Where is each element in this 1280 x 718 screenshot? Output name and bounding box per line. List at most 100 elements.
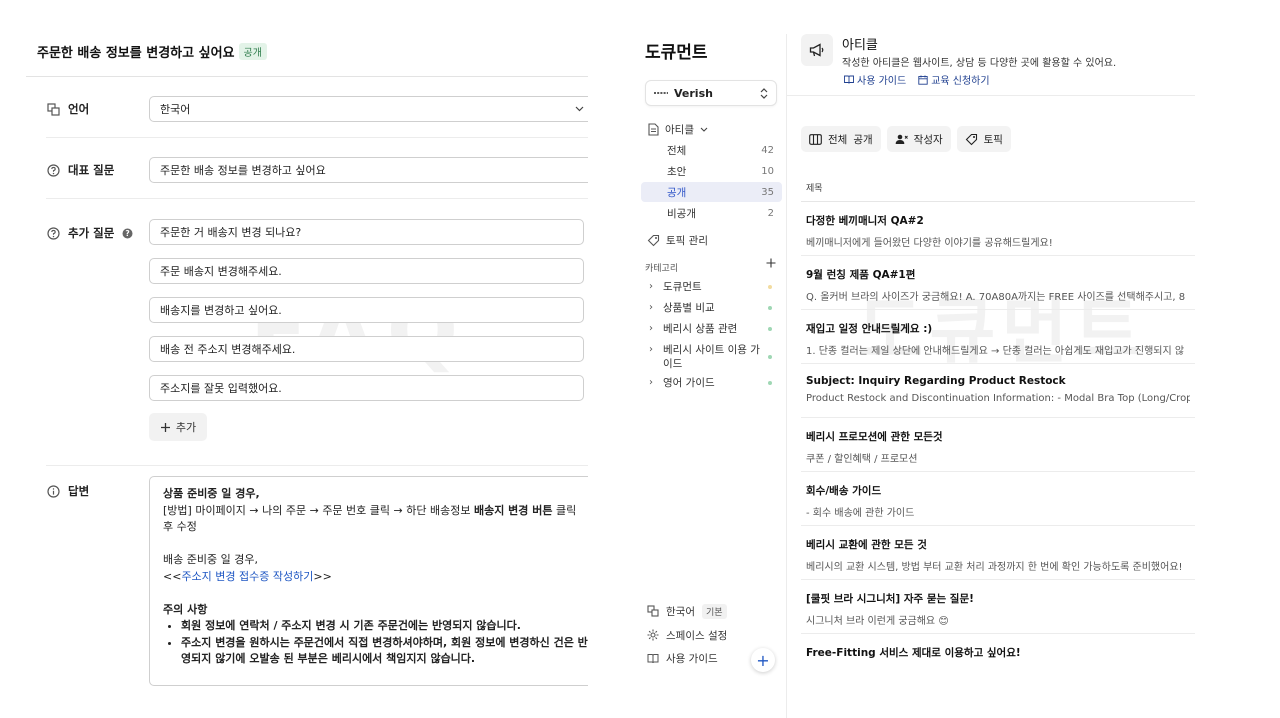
table-row[interactable]: Subject: Inquiry Regarding Product Resto… [801, 364, 1195, 418]
sidebar: 도큐먼트 Verish 아티클 전체 42 초안 10 공개 35 비공개 2 [641, 34, 787, 718]
sidebar-item-label: 비공개 [667, 206, 696, 221]
table-row[interactable]: 베리시 프로모션에 관한 모든것 쿠폰 / 할인혜택 / 프로모션 [801, 418, 1195, 472]
chevron-right-icon: › [649, 322, 663, 336]
language-select[interactable]: 한국어 [149, 96, 588, 122]
chevron-right-icon: › [649, 280, 663, 294]
faq-title: 주문한 배송 정보를 변경하고 싶어요공개 [37, 42, 267, 61]
usage-guide-link-label: 사용 가이드 [857, 72, 906, 87]
usage-guide-label: 사용 가이드 [666, 651, 718, 666]
chevron-down-icon [700, 127, 708, 132]
article-title: [쿨핏 브라 시그니처] 자주 묻는 질문! [806, 591, 1190, 606]
table-row[interactable]: 9월 런칭 제품 QA#1편 Q. 올커버 브라의 사이즈가 궁금해요! A. … [801, 256, 1195, 310]
sidebar-item-all[interactable]: 전체 42 [641, 140, 782, 160]
education-link-label: 교육 신청하기 [931, 72, 989, 87]
status-dot [768, 355, 772, 359]
answer-text: [방법] 마이페이지 → 나의 주문 → 주문 번호 클릭 → 하단 배송정보 [163, 504, 474, 517]
table-row[interactable]: Free-Fitting 서비스 제대로 이용하고 싶어요! [801, 634, 1195, 688]
table-row[interactable]: [쿨핏 브라 시그니처] 자주 묻는 질문! 시그니처 브라 이런게 궁금해요 … [801, 580, 1195, 634]
status-dot [768, 306, 772, 310]
usage-guide-link[interactable]: 사용 가이드 [844, 72, 906, 87]
chevron-down-icon [575, 106, 584, 112]
sidebar-title: 도큐먼트 [645, 38, 708, 63]
category-item[interactable]: › 도큐먼트 [649, 280, 782, 294]
language-setting[interactable]: 한국어 기본 [647, 602, 727, 620]
sidebar-item-count: 42 [761, 145, 774, 156]
sidebar-item-private[interactable]: 비공개 2 [641, 203, 782, 223]
sidebar-item-topic-manage[interactable]: 토픽 관리 [641, 230, 782, 250]
help-icon[interactable]: ? [122, 228, 133, 239]
notice-item: 회원 정보에 연락처 / 주소지 변경 시 기존 주문건에는 반영되지 않습니다… [181, 618, 588, 635]
category-section-label: 카테고리 [645, 261, 678, 274]
add-category-icon[interactable] [766, 258, 776, 268]
article-title: 회수/배송 가이드 [806, 483, 1190, 498]
category-label: 베리시 상품 관련 [663, 322, 737, 336]
space-settings[interactable]: 스페이스 설정 [647, 626, 727, 644]
chevron-right-icon: › [649, 301, 663, 315]
filter-bar: 전체 공개 작성자 토픽 [801, 126, 1011, 152]
workspace-switcher[interactable]: Verish [645, 80, 777, 106]
extra-question-input[interactable]: 주문 배송지 변경해주세요. [149, 258, 584, 284]
header-links: 사용 가이드 교육 신청하기 [844, 72, 990, 87]
answer-line: 후 수정 [163, 519, 588, 536]
info-circle-icon [46, 484, 60, 498]
answer-label-text: 답변 [68, 483, 89, 499]
language-label: 한국어 [666, 604, 695, 619]
topic-filter-button[interactable]: 토픽 [957, 126, 1011, 152]
author-filter-label: 작성자 [914, 132, 943, 147]
status-dot [768, 327, 772, 331]
table-row[interactable]: 베리시 교환에 관한 모든 것 베리시의 교환 시스템, 방법 부터 교환 처리… [801, 526, 1195, 580]
article-title: 9월 런칭 제품 QA#1편 [806, 267, 1190, 282]
space-settings-label: 스페이스 설정 [666, 628, 727, 643]
faq-title-text: 주문한 배송 정보를 변경하고 싶어요 [37, 46, 235, 61]
extra-question-input[interactable]: 주문한 거 배송지 변경 되나요? [149, 219, 584, 245]
svg-text:?: ? [126, 229, 130, 238]
plus-icon [160, 422, 171, 433]
article-summary: Product Restock and Discontinuation Info… [806, 393, 1190, 404]
add-question-button[interactable]: 추가 [149, 413, 207, 441]
column-header-title: 제목 [806, 181, 823, 194]
answer-editor[interactable]: 상품 준비중 일 경우, [방법] 마이페이지 → 나의 주문 → 주문 번호 … [149, 476, 588, 686]
main-question-label-text: 대표 질문 [68, 162, 114, 178]
status-dot [768, 381, 772, 385]
address-change-link[interactable]: 주소지 변경 접수증 작성하기 [181, 570, 313, 583]
chevron-right-icon: › [649, 343, 663, 357]
status-filter-value: 공개 [853, 132, 872, 147]
megaphone-icon [801, 34, 833, 66]
category-item[interactable]: › 베리시 상품 관련 [649, 322, 782, 336]
extra-question-input[interactable]: 주소지를 잘못 입력했어요. [149, 375, 584, 401]
language-icon [647, 605, 659, 617]
extra-question-input[interactable]: 배송 전 주소지 변경해주세요. [149, 336, 584, 362]
answer-line: 배송 준비중 일 경우, [163, 552, 588, 569]
table-row[interactable]: 다정한 베끼매니저 QA#2 베끼매니저에게 들어왔던 다양한 이야기를 공유해… [801, 202, 1195, 256]
sidebar-item-count: 10 [761, 166, 774, 177]
table-row[interactable]: 회수/배송 가이드 - 회수 배송에 관한 가이드 [801, 472, 1195, 526]
article-title: Free-Fitting 서비스 제대로 이용하고 싶어요! [806, 645, 1190, 660]
author-filter-button[interactable]: 작성자 [887, 126, 951, 152]
columns-icon [809, 134, 822, 145]
divider [26, 76, 588, 77]
sidebar-item-label: 초안 [667, 164, 686, 179]
extra-question-input[interactable]: 배송지를 변경하고 싶어요. [149, 297, 584, 323]
default-badge: 기본 [702, 604, 727, 619]
education-link[interactable]: 교육 신청하기 [918, 72, 989, 87]
article-title: 베리시 교환에 관한 모든 것 [806, 537, 1190, 552]
workspace-name: Verish [674, 87, 713, 100]
create-button[interactable]: + [751, 648, 775, 672]
table-row[interactable]: 재입고 일정 안내드릴게요 :) 1. 단종 컬러는 제일 상단에 안내해드릴게… [801, 310, 1195, 364]
divider [787, 95, 1195, 96]
tag-icon [647, 234, 660, 247]
main-question-input[interactable]: 주문한 배송 정보를 변경하고 싶어요 [149, 157, 588, 183]
sidebar-item-label: 전체 [667, 143, 686, 158]
sidebar-item-public[interactable]: 공개 35 [641, 182, 782, 202]
sidebar-item-draft[interactable]: 초안 10 [641, 161, 782, 181]
sidebar-item-articles[interactable]: 아티클 [641, 119, 782, 139]
article-title: 다정한 베끼매니저 QA#2 [806, 213, 1190, 228]
page-description: 작성한 아티클은 웹사이트, 상담 등 다양한 곳에 활용할 수 있어요. [842, 54, 1116, 69]
usage-guide[interactable]: 사용 가이드 [647, 649, 718, 667]
category-item[interactable]: › 베리시 사이트 이용 가이드 [649, 343, 782, 371]
category-item[interactable]: › 영어 가이드 [649, 376, 782, 390]
chevron-right-icon: › [649, 376, 663, 390]
gear-icon [647, 629, 659, 641]
category-item[interactable]: › 상품별 비교 [649, 301, 782, 315]
status-filter-button[interactable]: 전체 공개 [801, 126, 881, 152]
